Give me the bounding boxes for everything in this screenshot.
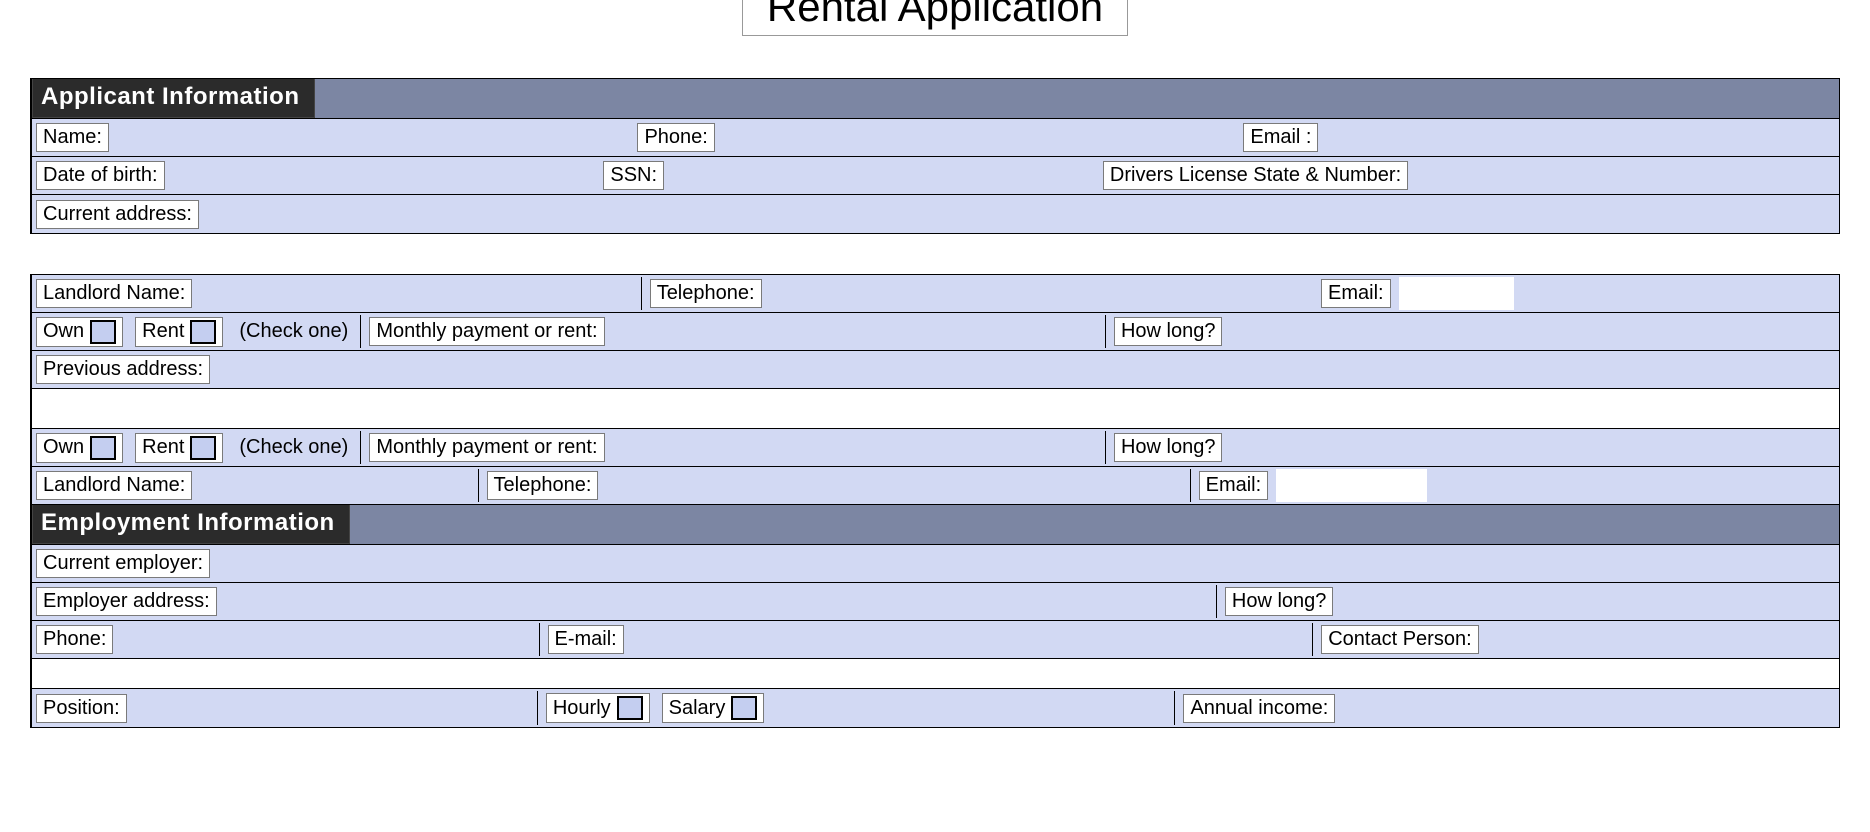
label-rent: Rent (142, 320, 184, 343)
label-employer-email: E-mail: (548, 625, 624, 654)
input-landlord-name-prev[interactable] (200, 469, 473, 502)
checkbox-own-current[interactable] (90, 320, 116, 344)
input-contact-person[interactable] (1487, 623, 1839, 656)
input-name[interactable] (117, 121, 630, 154)
label-employer-phone: Phone: (36, 625, 113, 654)
label-employer-howlong: How long? (1225, 587, 1334, 616)
input-monthly-current[interactable] (613, 315, 1101, 348)
label-email: Email : (1243, 123, 1318, 152)
label-name: Name: (36, 123, 109, 152)
checkbox-hourly[interactable] (617, 696, 643, 720)
label-salary: Salary (669, 697, 726, 720)
checkbox-own-previous[interactable] (90, 436, 116, 460)
label-howlong-current: How long? (1114, 317, 1223, 346)
input-email[interactable] (1326, 121, 1839, 154)
label-dob: Date of birth: (36, 161, 165, 190)
label-current-employer: Current employer: (36, 549, 210, 578)
label-landlord-telephone-prev: Telephone: (487, 471, 599, 500)
page-title: Rental Application (742, 0, 1128, 36)
label-howlong-prev: How long? (1114, 433, 1223, 462)
label-current-address: Current address: (36, 200, 199, 229)
label-contact-person: Contact Person: (1321, 625, 1478, 654)
input-employer-howlong[interactable] (1341, 585, 1839, 618)
section-applicant: Applicant Information Name: Phone: Email… (30, 78, 1840, 234)
section-residence-employment: Landlord Name: Telephone: Email: Own Ren… (30, 274, 1840, 728)
input-employer-email[interactable] (632, 623, 1308, 656)
label-ssn: SSN: (603, 161, 664, 190)
label-own-prev: Own (43, 436, 84, 459)
input-phone[interactable] (723, 121, 1236, 154)
label-phone: Phone: (637, 123, 714, 152)
input-employer-address[interactable] (225, 585, 1212, 618)
input-current-address[interactable] (207, 197, 1839, 231)
label-monthly-prev: Monthly payment or rent: (369, 433, 604, 462)
label-position: Position: (36, 694, 127, 723)
input-howlong-current[interactable] (1230, 315, 1839, 348)
input-employer-phone[interactable] (121, 623, 534, 656)
label-annual-income: Annual income: (1183, 694, 1335, 723)
input-annual-income[interactable] (1343, 691, 1839, 725)
checkbox-salary[interactable] (731, 696, 757, 720)
label-monthly-current: Monthly payment or rent: (369, 317, 604, 346)
input-previous-address[interactable] (218, 353, 1839, 386)
input-landlord-telephone-prev[interactable] (606, 469, 1185, 502)
input-landlord-email-prev[interactable] (1276, 469, 1427, 502)
input-landlord-name[interactable] (200, 277, 636, 310)
input-current-employer[interactable] (218, 547, 1839, 580)
label-landlord-telephone: Telephone: (650, 279, 762, 308)
label-check-one: (Check one) (231, 315, 356, 348)
label-check-one-prev: (Check one) (231, 431, 356, 464)
input-howlong-prev[interactable] (1230, 431, 1839, 464)
input-position[interactable] (135, 691, 533, 725)
section-header-applicant: Applicant Information (32, 79, 1839, 119)
label-employer-address: Employer address: (36, 587, 217, 616)
section-title-employment: Employment Information (32, 505, 350, 544)
checkbox-rent-previous[interactable] (190, 436, 216, 460)
section-title-applicant: Applicant Information (32, 79, 315, 118)
label-hourly: Hourly (553, 697, 611, 720)
input-dob[interactable] (173, 159, 596, 192)
input-dl[interactable] (1416, 159, 1839, 192)
label-landlord-email: Email: (1321, 279, 1391, 308)
label-rent-prev: Rent (142, 436, 184, 459)
input-paytype-spacer[interactable] (772, 691, 1170, 725)
label-landlord-email-prev: Email: (1199, 471, 1269, 500)
label-dl: Drivers License State & Number: (1103, 161, 1408, 190)
input-monthly-prev[interactable] (613, 431, 1101, 464)
label-own: Own (43, 320, 84, 343)
label-landlord-name-prev: Landlord Name: (36, 471, 192, 500)
checkbox-rent-current[interactable] (190, 320, 216, 344)
input-ssn[interactable] (672, 159, 1095, 192)
label-previous-address: Previous address: (36, 355, 210, 384)
input-landlord-telephone[interactable] (770, 277, 1313, 310)
input-landlord-email[interactable] (1399, 277, 1514, 310)
label-landlord-name: Landlord Name: (36, 279, 192, 308)
section-header-employment: Employment Information (32, 505, 1839, 545)
